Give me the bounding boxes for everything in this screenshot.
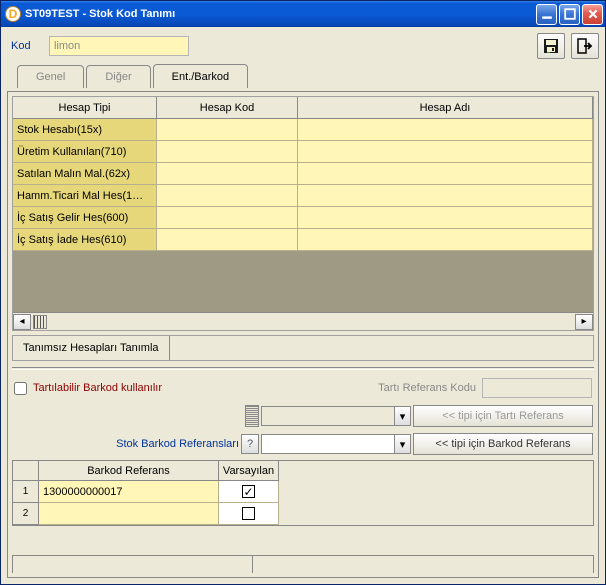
- table-row[interactable]: 11300000000017 ✓: [13, 481, 593, 503]
- scroll-left-button[interactable]: ◂: [13, 314, 31, 330]
- table-row[interactable]: Üretim Kullanılan(710): [13, 141, 593, 163]
- barkod-grid: Barkod Referans Varsayılan 1130000000001…: [12, 460, 594, 526]
- tarti-tip-combo: ▾: [261, 406, 411, 426]
- cell-hesap-tipi[interactable]: Satılan Malın Mal.(62x): [13, 163, 157, 185]
- grid-scrollbar: ◂ ▸: [13, 312, 593, 330]
- checkbox-icon[interactable]: [242, 507, 255, 520]
- tab-bar: Genel Diğer Ent./Barkod: [7, 64, 599, 88]
- tartilabilir-label: Tartılabilir Barkod kullanılır: [33, 382, 162, 394]
- hesap-grid: Hesap Tipi Hesap Kod Hesap Adı Stok Hesa…: [12, 96, 594, 331]
- cell-hesap-tipi[interactable]: Stok Hesabı(15x): [13, 119, 157, 141]
- tab-content: Hesap Tipi Hesap Kod Hesap Adı Stok Hesa…: [7, 91, 599, 578]
- scroll-right-button[interactable]: ▸: [575, 314, 593, 330]
- divider: [12, 367, 594, 370]
- cell-hesap-kod[interactable]: [157, 185, 298, 207]
- tarti-referans-button: << tipi için Tartı Referans: [413, 405, 593, 427]
- chevron-down-icon[interactable]: ▾: [394, 435, 410, 453]
- exit-icon: [577, 38, 593, 54]
- cell-hesap-kod[interactable]: [157, 119, 298, 141]
- barkod-referans-button[interactable]: << tipi için Barkod Referans: [413, 433, 593, 455]
- app-icon: D: [5, 6, 21, 22]
- cell-hesap-tipi[interactable]: İç Satış Gelir Hes(600): [13, 207, 157, 229]
- save-button[interactable]: [537, 33, 565, 59]
- table-row[interactable]: İç Satış Gelir Hes(600): [13, 207, 593, 229]
- cell-hesap-tipi[interactable]: Üretim Kullanılan(710): [13, 141, 157, 163]
- help-button[interactable]: ?: [241, 434, 259, 454]
- cell-hesap-adi[interactable]: [298, 163, 593, 185]
- cell-varsayilan[interactable]: [219, 503, 279, 525]
- client-area: Kod Genel Diğer: [1, 27, 605, 584]
- cell-barkod-referans[interactable]: 1300000000017: [39, 481, 219, 503]
- cell-barkod-referans[interactable]: [39, 503, 219, 525]
- table-row[interactable]: Hamm.Ticari Mal Hes(1…: [13, 185, 593, 207]
- tab-ent-barkod[interactable]: Ent./Barkod: [153, 64, 248, 88]
- table-row[interactable]: İç Satış İade Hes(610): [13, 229, 593, 251]
- close-button[interactable]: [582, 4, 603, 25]
- row-number[interactable]: 2: [13, 503, 39, 525]
- window-title: ST09TEST - Stok Kod Tanımı: [25, 8, 536, 20]
- cell-hesap-adi[interactable]: [298, 185, 593, 207]
- cell-hesap-kod[interactable]: [157, 141, 298, 163]
- col-hesap-adi[interactable]: Hesap Adı: [298, 97, 593, 119]
- define-row: Tanımsız Hesapları Tanımla: [12, 335, 594, 361]
- row-number[interactable]: 1: [13, 481, 39, 503]
- cell-varsayilan[interactable]: ✓: [219, 481, 279, 503]
- chevron-down-icon: ▾: [394, 407, 410, 425]
- kod-input[interactable]: [49, 36, 189, 56]
- exit-button[interactable]: [571, 33, 599, 59]
- minimize-button[interactable]: [536, 4, 557, 25]
- table-row[interactable]: Satılan Malın Mal.(62x): [13, 163, 593, 185]
- columns-icon[interactable]: [33, 315, 47, 329]
- table-row[interactable]: 2: [13, 503, 593, 525]
- maximize-button[interactable]: [559, 4, 580, 25]
- stok-barkod-ref-label: Stok Barkod Referansları: [13, 438, 239, 450]
- cell-hesap-tipi[interactable]: Hamm.Ticari Mal Hes(1…: [13, 185, 157, 207]
- cell-hesap-adi[interactable]: [298, 141, 593, 163]
- title-bar[interactable]: D ST09TEST - Stok Kod Tanımı: [1, 1, 605, 27]
- tab-diger[interactable]: Diğer: [86, 65, 150, 88]
- table-row[interactable]: Stok Hesabı(15x): [13, 119, 593, 141]
- define-undefined-accounts-button[interactable]: Tanımsız Hesapları Tanımla: [13, 336, 170, 360]
- col-barkod-referans[interactable]: Barkod Referans: [39, 461, 219, 481]
- barkod-tip-combo[interactable]: ▾: [261, 434, 411, 454]
- checkbox-icon[interactable]: ✓: [242, 485, 255, 498]
- cell-hesap-adi[interactable]: [298, 229, 593, 251]
- status-bar: [12, 555, 594, 573]
- col-hesap-tipi[interactable]: Hesap Tipi: [13, 97, 157, 119]
- cell-hesap-kod[interactable]: [157, 229, 298, 251]
- cell-hesap-kod[interactable]: [157, 207, 298, 229]
- splitter-handle[interactable]: [245, 405, 259, 427]
- tarti-referans-kodu-label: Tartı Referans Kodu: [378, 382, 476, 394]
- window-frame: D ST09TEST - Stok Kod Tanımı Kod: [0, 0, 606, 585]
- kod-label: Kod: [7, 40, 43, 52]
- col-rownum[interactable]: [13, 461, 39, 481]
- tab-genel[interactable]: Genel: [17, 65, 84, 88]
- cell-hesap-adi[interactable]: [298, 207, 593, 229]
- cell-hesap-kod[interactable]: [157, 163, 298, 185]
- tarti-referans-kodu-input: [482, 378, 592, 398]
- cell-hesap-tipi[interactable]: İç Satış İade Hes(610): [13, 229, 157, 251]
- col-hesap-kod[interactable]: Hesap Kod: [157, 97, 298, 119]
- tartilabilir-checkbox[interactable]: [14, 382, 27, 395]
- floppy-icon: [543, 38, 559, 54]
- col-varsayilan[interactable]: Varsayılan: [219, 461, 279, 481]
- cell-hesap-adi[interactable]: [298, 119, 593, 141]
